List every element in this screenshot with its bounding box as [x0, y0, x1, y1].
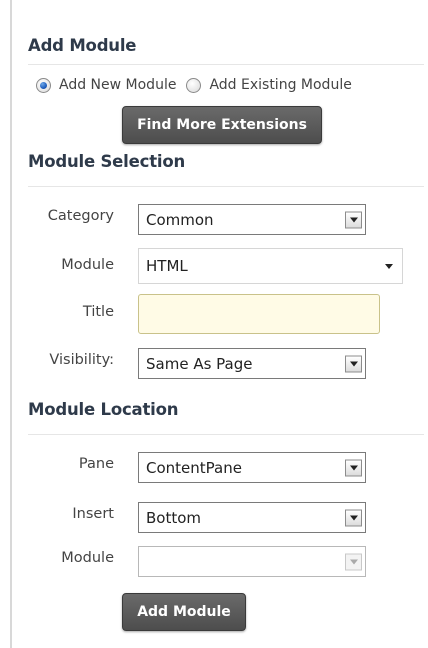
- add-existing-module-radio[interactable]: [186, 77, 202, 93]
- left-border: [10, 0, 12, 648]
- location-module-select[interactable]: [138, 546, 366, 577]
- chevron-down-icon[interactable]: [345, 211, 362, 228]
- chevron-down-icon[interactable]: [345, 509, 362, 526]
- pane-label: Pane: [78, 456, 114, 472]
- module-select[interactable]: HTML: [138, 248, 403, 284]
- insert-select-value: Bottom: [146, 508, 202, 527]
- chevron-down-icon[interactable]: [345, 355, 362, 372]
- insert-select[interactable]: Bottom: [138, 502, 366, 533]
- section-divider: [28, 434, 424, 435]
- category-select[interactable]: Common: [138, 204, 366, 235]
- chevron-down-icon[interactable]: [385, 264, 393, 269]
- add-new-module-label[interactable]: Add New Module: [59, 77, 176, 93]
- find-more-extensions-button[interactable]: Find More Extensions: [122, 106, 322, 144]
- add-new-module-radio[interactable]: [36, 77, 51, 93]
- visibility-label: Visibility:: [49, 352, 114, 368]
- title-label: Title: [82, 304, 114, 320]
- add-mode-radio-group: Add New Module Add Existing Module: [36, 74, 362, 96]
- category-label: Category: [47, 208, 114, 224]
- add-module-heading: Add Module: [28, 36, 137, 55]
- visibility-select[interactable]: Same As Page: [138, 348, 366, 379]
- section-divider: [28, 64, 424, 65]
- section-divider: [28, 186, 424, 187]
- location-module-label: Module: [61, 550, 114, 566]
- insert-label: Insert: [72, 506, 114, 522]
- visibility-select-value: Same As Page: [146, 354, 253, 373]
- category-select-value: Common: [146, 210, 214, 229]
- module-location-heading: Module Location: [28, 400, 179, 419]
- module-selection-heading: Module Selection: [28, 152, 186, 171]
- pane-select[interactable]: ContentPane: [138, 452, 366, 483]
- add-existing-module-label[interactable]: Add Existing Module: [209, 77, 351, 93]
- title-input[interactable]: [138, 294, 380, 334]
- module-select-value: HTML: [146, 257, 188, 275]
- chevron-down-icon[interactable]: [345, 459, 362, 476]
- chevron-down-icon: [345, 553, 362, 570]
- add-module-button[interactable]: Add Module: [122, 593, 246, 631]
- pane-select-value: ContentPane: [146, 458, 242, 477]
- module-label: Module: [61, 257, 114, 273]
